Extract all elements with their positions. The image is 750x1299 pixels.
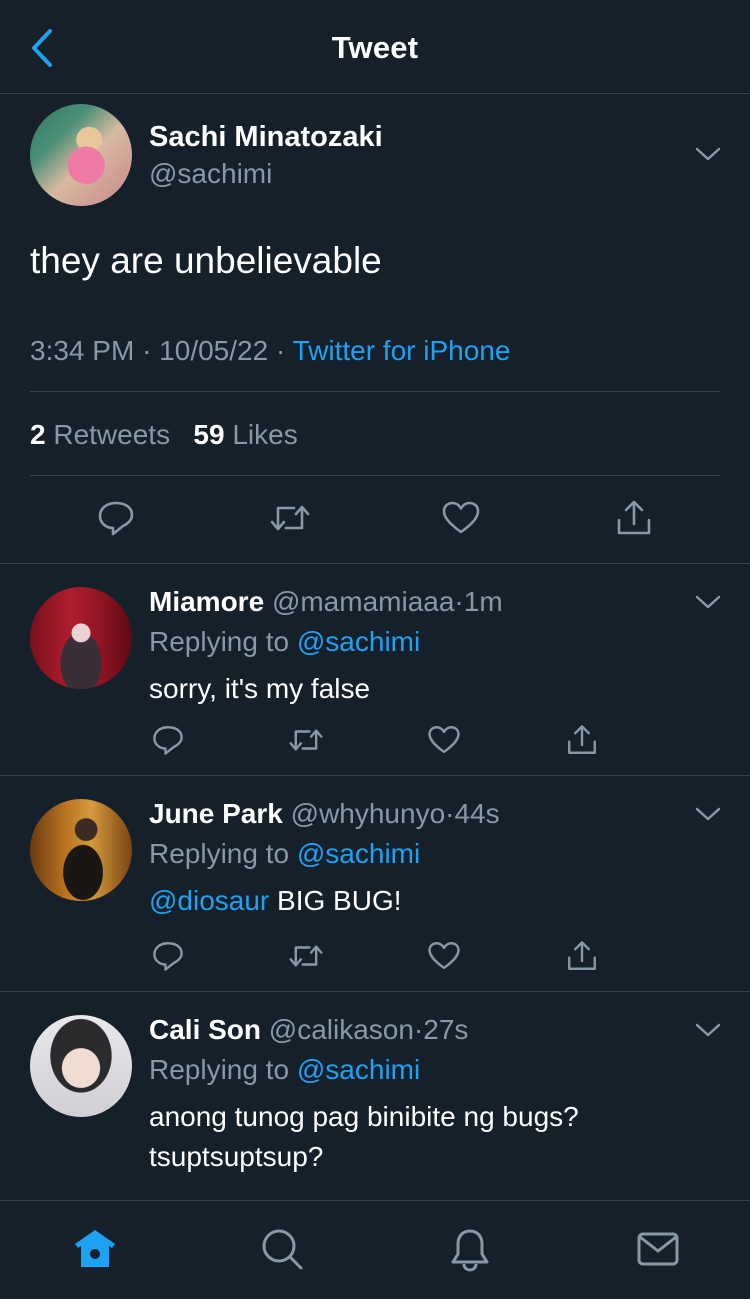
replying-mention-link[interactable]: @sachimi — [297, 1054, 420, 1085]
divider — [30, 391, 720, 392]
replying-label: Replying to — [149, 838, 290, 869]
likes-stat[interactable]: 59 Likes — [193, 419, 297, 450]
author-name[interactable]: June Park — [149, 798, 283, 829]
avatar[interactable] — [30, 587, 132, 689]
reply-time: 44s — [454, 798, 500, 829]
separator: · — [413, 1014, 424, 1045]
reply-text: anong tunog pag binibite ng bugs? tsupts… — [149, 1097, 649, 1177]
reply-tweet[interactable]: June Park @whyhunyo·44s Replying to @sac… — [0, 776, 750, 992]
separator: · — [142, 335, 152, 366]
replying-mention-link[interactable]: @sachimi — [297, 626, 420, 657]
reply-icon[interactable] — [92, 494, 140, 542]
main-tweet: Sachi Minatozaki @sachimi they are unbel… — [0, 94, 750, 564]
like-heart-icon[interactable] — [420, 932, 468, 980]
tweet-date: 10/05/22 — [159, 335, 269, 366]
avatar[interactable] — [30, 1015, 132, 1117]
share-icon[interactable] — [558, 932, 606, 980]
like-heart-icon[interactable] — [420, 716, 468, 764]
tweet-stats: 2 Retweets 59 Likes — [30, 419, 298, 451]
reply-body: BIG BUG! — [269, 885, 402, 916]
search-icon[interactable] — [256, 1223, 308, 1275]
author-handle[interactable]: @sachimi — [149, 158, 272, 190]
avatar[interactable] — [30, 104, 132, 206]
like-heart-icon[interactable] — [437, 494, 485, 542]
chevron-down-icon[interactable] — [690, 584, 726, 620]
retweet-icon[interactable] — [266, 494, 314, 542]
bell-icon[interactable] — [444, 1223, 496, 1275]
reply-header: Cali Son @calikason·27s — [149, 1014, 468, 1046]
reply-body: anong tunog pag binibite ng bugs? tsupts… — [149, 1101, 579, 1172]
mention-link[interactable]: @diosaur — [149, 885, 269, 916]
author-name[interactable]: Cali Son — [149, 1014, 261, 1045]
retweet-icon[interactable] — [282, 932, 330, 980]
author-handle[interactable]: @calikason — [269, 1014, 414, 1045]
chevron-down-icon[interactable] — [690, 796, 726, 832]
tweet-time: 3:34 PM — [30, 335, 135, 366]
replying-to: Replying to @sachimi — [149, 838, 420, 870]
page-title: Tweet — [331, 30, 419, 65]
author-handle[interactable]: @mamamiaaa — [272, 586, 454, 617]
likes-count: 59 — [193, 419, 225, 450]
likes-label: Likes — [232, 419, 298, 450]
reply-tweet[interactable]: Miamore @mamamiaaa·1m Replying to @sachi… — [0, 564, 750, 776]
replying-label: Replying to — [149, 1054, 290, 1085]
retweets-label: Retweets — [53, 419, 171, 450]
separator: · — [275, 335, 286, 366]
reply-tweet[interactable]: Cali Son @calikason·27s Replying to @sac… — [0, 992, 750, 1232]
reply-time: 27s — [423, 1014, 469, 1045]
reply-icon[interactable] — [144, 932, 192, 980]
chevron-down-icon[interactable] — [690, 136, 726, 172]
replying-mention-link[interactable]: @sachimi — [297, 838, 420, 869]
reply-text: sorry, it's my false — [149, 669, 709, 709]
reply-header: June Park @whyhunyo·44s — [149, 798, 500, 830]
top-nav-bar: Tweet — [0, 0, 750, 94]
reply-text: @diosaur BIG BUG! — [149, 881, 709, 921]
author-handle[interactable]: @whyhunyo — [291, 798, 446, 829]
author-name[interactable]: Miamore — [149, 586, 264, 617]
chevron-down-icon[interactable] — [690, 1012, 726, 1048]
avatar[interactable] — [30, 799, 132, 901]
tweet-text: they are unbelievable — [30, 240, 382, 281]
author-name[interactable]: Sachi Minatozaki — [149, 121, 383, 154]
replying-to: Replying to @sachimi — [149, 1054, 420, 1086]
tweet-source-link[interactable]: Twitter for iPhone — [293, 335, 511, 366]
reply-body: sorry, it's my false — [149, 673, 371, 704]
retweets-count: 2 — [30, 419, 46, 450]
retweets-stat[interactable]: 2 Retweets — [30, 419, 170, 450]
reply-header: Miamore @mamamiaaa·1m — [149, 586, 503, 618]
divider — [30, 475, 720, 476]
reply-actions — [0, 716, 750, 768]
replying-to: Replying to @sachimi — [149, 626, 420, 658]
reply-time: 1m — [463, 586, 503, 617]
bottom-tab-bar — [0, 1200, 750, 1299]
home-icon[interactable] — [69, 1223, 121, 1275]
replying-label: Replying to — [149, 626, 290, 657]
tweet-actions — [0, 494, 750, 546]
separator: · — [454, 586, 464, 617]
reply-icon[interactable] — [144, 716, 192, 764]
reply-actions — [0, 932, 750, 984]
share-icon[interactable] — [610, 494, 658, 542]
tweet-meta: 3:34 PM · 10/05/22 · Twitter for iPhone — [30, 335, 510, 367]
share-icon[interactable] — [558, 716, 606, 764]
mail-icon[interactable] — [632, 1223, 684, 1275]
retweet-icon[interactable] — [282, 716, 330, 764]
